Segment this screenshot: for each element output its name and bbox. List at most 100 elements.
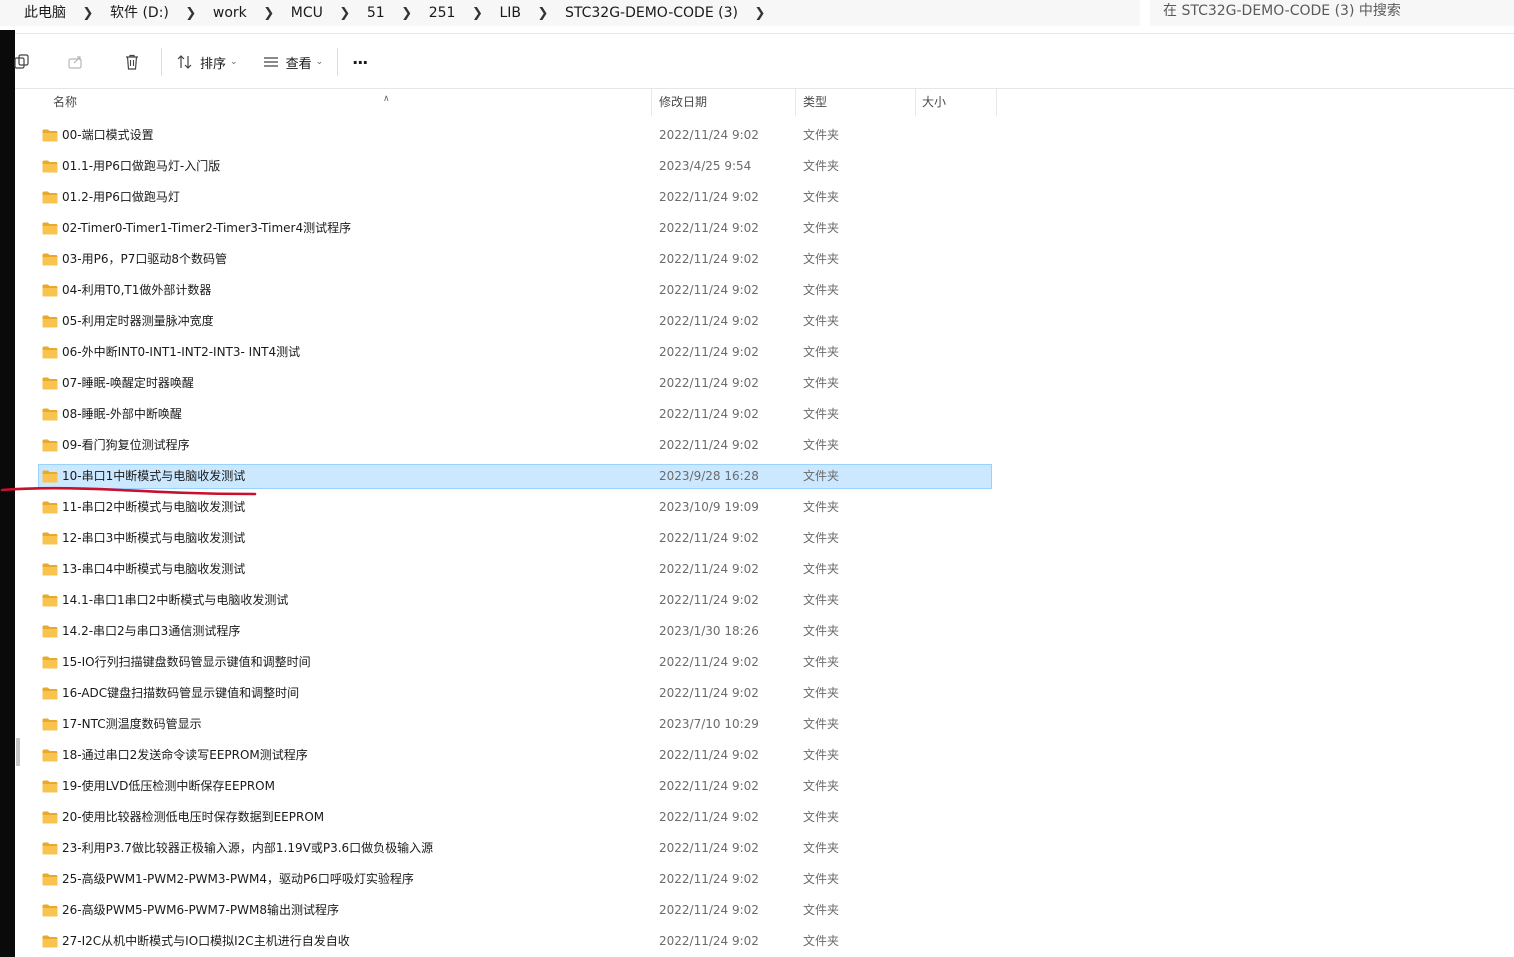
file-modified-date: 2022/11/24 9:02 (659, 934, 759, 948)
column-label: 大小 (922, 95, 947, 109)
list-item[interactable]: 07-睡眠-唤醒定时器唤醒 2022/11/24 9:02 文件夹 (15, 368, 1514, 399)
breadcrumb-item[interactable]: STC32G-DEMO-CODE (3) (557, 2, 746, 24)
file-explorer-window: 此电脑 ❯ 软件 (D:) ❯ work ❯ MCU ❯ 51 ❯ 251 ❯ … (0, 0, 1514, 957)
list-item[interactable]: 15-IO行列扫描键盘数码管显示键值和调整时间 2022/11/24 9:02 文件… (15, 647, 1514, 678)
file-type: 文件夹 (803, 872, 840, 886)
list-item[interactable]: 02-Timer0-Timer1-Timer2-Timer3-Timer4测试程… (15, 213, 1514, 244)
list-item[interactable]: 16-ADC键盘扫描数码管显示键值和调整时间 2022/11/24 9:02 文件夹 (15, 678, 1514, 709)
list-item[interactable]: 04-利用T0,T1做外部计数器 2022/11/24 9:02 文件夹 (15, 275, 1514, 306)
column-header-name[interactable]: 名称 ∧ (53, 89, 652, 116)
chevron-down-icon: ⌄ (315, 57, 324, 67)
breadcrumb-item[interactable]: 51 (359, 2, 393, 24)
chevron-right-icon[interactable]: ❯ (529, 6, 557, 21)
list-item[interactable]: 01.2-用P6口做跑马灯 2022/11/24 9:02 文件夹 (15, 182, 1514, 213)
file-modified-date: 2023/4/25 9:54 (659, 159, 752, 173)
file-modified-date: 2022/11/24 9:02 (659, 252, 759, 266)
file-name: 18-通过串口2发送命令读写EEPROM测试程序 (62, 748, 308, 762)
chevron-right-icon[interactable]: ❯ (255, 6, 283, 21)
list-item[interactable]: 12-串口3中断模式与电脑收发测试 2022/11/24 9:02 文件夹 (15, 523, 1514, 554)
list-item[interactable]: 08-睡眠-外部中断唤醒 2022/11/24 9:02 文件夹 (15, 399, 1514, 430)
list-item[interactable]: 18-通过串口2发送命令读写EEPROM测试程序 2022/11/24 9:02 文… (15, 740, 1514, 771)
list-item[interactable]: 09-看门狗复位测试程序 2022/11/24 9:02 文件夹 (15, 430, 1514, 461)
column-header-type[interactable]: 类型 (803, 89, 916, 116)
list-item[interactable]: 03-用P6，P7口驱动8个数码管 2022/11/24 9:02 文件夹 (15, 244, 1514, 275)
list-item[interactable]: 19-使用LVD低压检测中断保存EEPROM 2022/11/24 9:02 文件夹 (15, 771, 1514, 802)
address-bar: 此电脑 ❯ 软件 (D:) ❯ work ❯ MCU ❯ 51 ❯ 251 ❯ … (0, 0, 1514, 30)
list-item[interactable]: 23-利用P3.7做比较器正极输入源，内部1.19V或P3.6口做负极输入源 20… (15, 833, 1514, 864)
file-type: 文件夹 (803, 376, 840, 390)
toolbar-separator (161, 48, 162, 76)
file-modified-date: 2022/11/24 9:02 (659, 283, 759, 297)
list-item[interactable]: 14.2-串口2与串口3通信测试程序 2023/1/30 18:26 文件夹 (15, 616, 1514, 647)
list-item[interactable]: 05-利用定时器测量脉冲宽度 2022/11/24 9:02 文件夹 (15, 306, 1514, 337)
list-item[interactable]: 27-I2C从机中断模式与IO口模拟I2C主机进行自发自收 2022/11/24 … (15, 926, 1514, 957)
file-modified-date: 2022/11/24 9:02 (659, 655, 759, 669)
file-type: 文件夹 (803, 717, 840, 731)
list-item[interactable]: 13-串口4中断模式与电脑收发测试 2022/11/24 9:02 文件夹 (15, 554, 1514, 585)
folder-icon (42, 873, 58, 886)
column-header-modified[interactable]: 修改日期 (659, 89, 796, 116)
copy-button[interactable] (7, 44, 37, 80)
list-item[interactable]: 11-串口2中断模式与电脑收发测试 2023/10/9 19:09 文件夹 (15, 492, 1514, 523)
list-item[interactable]: 00-端口模式设置 2022/11/24 9:02 文件夹 (15, 120, 1514, 151)
file-type: 文件夹 (803, 159, 840, 173)
file-list: 00-端口模式设置 2022/11/24 9:02 文件夹 01.1-用P6口做跑马灯… (15, 120, 1514, 957)
folder-icon (42, 346, 58, 359)
folder-icon (42, 687, 58, 700)
file-type: 文件夹 (803, 407, 840, 421)
file-name: 19-使用LVD低压检测中断保存EEPROM (62, 779, 275, 793)
share-button[interactable] (61, 44, 91, 80)
chevron-right-icon[interactable]: ❯ (746, 6, 774, 21)
list-item[interactable]: 06-外中断INT0-INT1-INT2-INT3- INT4测试 2022/11… (15, 337, 1514, 368)
file-modified-date: 2022/11/24 9:02 (659, 903, 759, 917)
file-name: 03-用P6，P7口驱动8个数码管 (62, 252, 227, 266)
breadcrumb-item[interactable]: 软件 (D:) (102, 2, 177, 24)
folder-icon (42, 718, 58, 731)
search-input[interactable]: 在 STC32G-DEMO-CODE (3) 中搜索 (1150, 0, 1514, 26)
list-item[interactable]: 10-串口1中断模式与电脑收发测试 2023/9/28 16:28 文件夹 (15, 461, 1514, 492)
file-modified-date: 2022/11/24 9:02 (659, 872, 759, 886)
file-name: 14.1-串口1串口2中断模式与电脑收发测试 (62, 593, 289, 607)
folder-icon (42, 253, 58, 266)
column-label: 名称 (53, 95, 78, 109)
file-name: 16-ADC键盘扫描数码管显示键值和调整时间 (62, 686, 300, 700)
sort-button[interactable]: 排序 ⌄ (170, 44, 244, 80)
breadcrumb-item[interactable]: MCU (283, 2, 331, 24)
file-modified-date: 2022/11/24 9:02 (659, 810, 759, 824)
more-button[interactable]: ··· (346, 44, 373, 80)
file-type: 文件夹 (803, 593, 840, 607)
file-name: 01.2-用P6口做跑马灯 (62, 190, 180, 204)
folder-icon (42, 749, 58, 762)
breadcrumb-item[interactable]: 251 (421, 2, 464, 24)
folder-icon (42, 470, 58, 483)
chevron-right-icon[interactable]: ❯ (393, 6, 421, 21)
breadcrumb-item[interactable]: LIB (491, 2, 529, 24)
breadcrumb-item[interactable]: 此电脑 (0, 2, 74, 24)
delete-button[interactable] (117, 44, 147, 80)
chevron-right-icon[interactable]: ❯ (177, 6, 205, 21)
folder-icon (42, 780, 58, 793)
list-item[interactable]: 26-高级PWM5-PWM6-PWM7-PWM8输出测试程序 2022/11/24… (15, 895, 1514, 926)
file-type: 文件夹 (803, 562, 840, 576)
file-name: 27-I2C从机中断模式与IO口模拟I2C主机进行自发自收 (62, 934, 350, 948)
breadcrumb-item[interactable]: work (205, 2, 255, 24)
column-header: 名称 ∧ 修改日期 类型 大小 (15, 89, 1514, 116)
file-modified-date: 2022/11/24 9:02 (659, 221, 759, 235)
view-button[interactable]: 查看 ⌄ (256, 44, 330, 80)
column-header-size[interactable]: 大小 (922, 89, 997, 116)
chevron-right-icon[interactable]: ❯ (74, 6, 102, 21)
file-name: 06-外中断INT0-INT1-INT2-INT3- INT4测试 (62, 345, 301, 359)
list-item[interactable]: 14.1-串口1串口2中断模式与电脑收发测试 2022/11/24 9:02 文件夹 (15, 585, 1514, 616)
list-item[interactable]: 17-NTC测温度数码管显示 2023/7/10 10:29 文件夹 (15, 709, 1514, 740)
chevron-right-icon[interactable]: ❯ (331, 6, 359, 21)
list-item[interactable]: 25-高级PWM1-PWM2-PWM3-PWM4，驱动P6口呼吸灯实验程序 202… (15, 864, 1514, 895)
list-item[interactable]: 20-使用比较器检测低电压时保存数据到EEPROM 2022/11/24 9:02… (15, 802, 1514, 833)
file-name: 23-利用P3.7做比较器正极输入源，内部1.19V或P3.6口做负极输入源 (62, 841, 434, 855)
list-item[interactable]: 01.1-用P6口做跑马灯-入门版 2023/4/25 9:54 文件夹 (15, 151, 1514, 182)
file-name: 14.2-串口2与串口3通信测试程序 (62, 624, 241, 638)
breadcrumb[interactable]: 此电脑 ❯ 软件 (D:) ❯ work ❯ MCU ❯ 51 ❯ 251 ❯ … (0, 0, 1140, 26)
file-modified-date: 2022/11/24 9:02 (659, 841, 759, 855)
chevron-right-icon[interactable]: ❯ (463, 6, 491, 21)
folder-icon (42, 935, 58, 948)
view-icon (263, 57, 278, 67)
